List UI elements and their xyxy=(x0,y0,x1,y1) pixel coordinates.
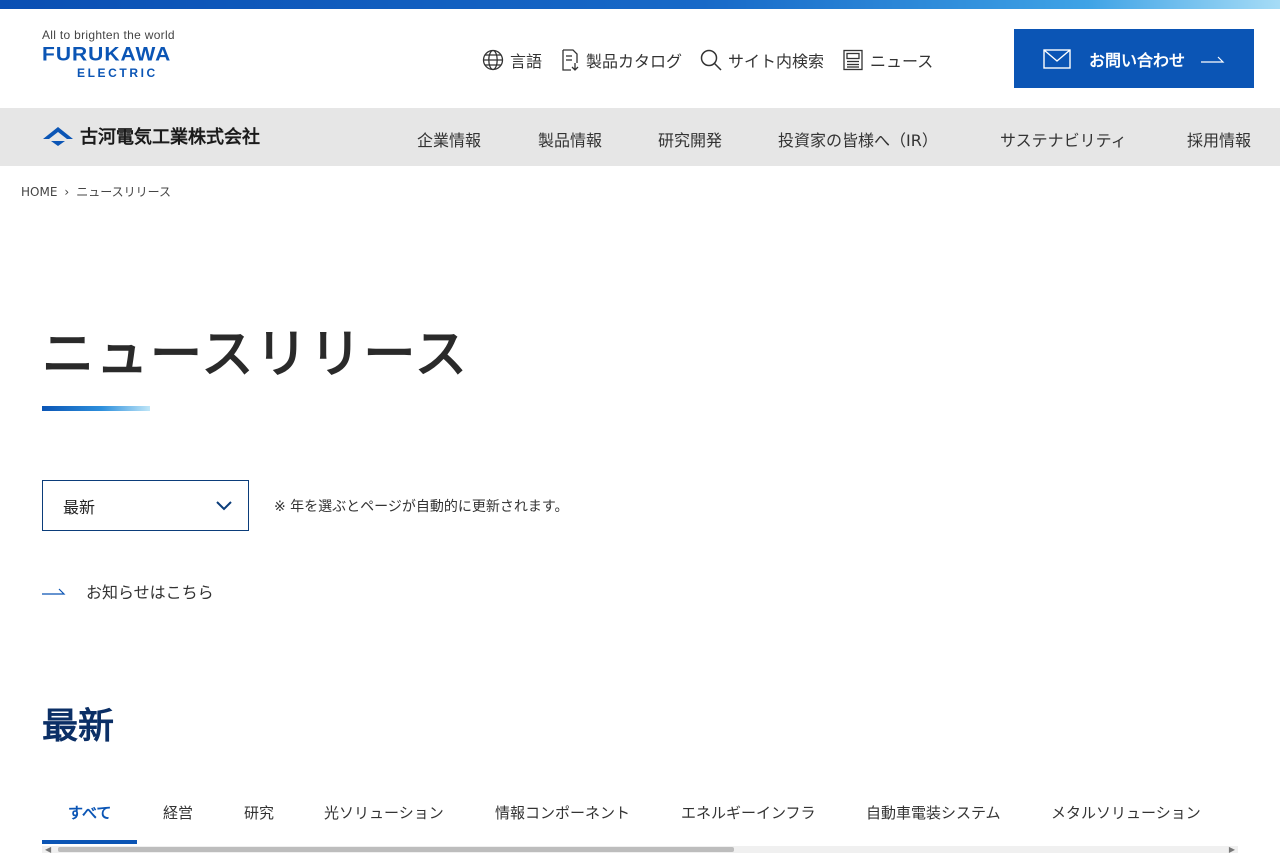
tab-optical-solutions[interactable]: 光ソリューション xyxy=(324,802,444,823)
chevron-down-icon xyxy=(216,500,232,510)
site-search-label: サイト内検索 xyxy=(728,52,825,71)
tab-information-components[interactable]: 情報コンポーネント xyxy=(495,802,630,823)
news-icon xyxy=(843,49,863,71)
title-accent-bar xyxy=(42,406,150,411)
catalog-icon xyxy=(562,49,579,71)
company-name: 古河電気工業株式会社 xyxy=(80,127,260,148)
scrollbar-thumb[interactable] xyxy=(58,847,734,852)
utility-nav: 言語 製品カタログ サイト内検索 ニュース xyxy=(482,47,951,73)
tab-energy-infrastructure[interactable]: エネルギーインフラ xyxy=(681,802,816,823)
contact-label: お問い合わせ xyxy=(1088,50,1185,70)
news-label: ニュース xyxy=(870,52,934,71)
chevron-right-icon: › xyxy=(64,184,70,199)
catalog-link[interactable]: 製品カタログ xyxy=(560,48,682,72)
arrow-right-icon xyxy=(1201,56,1225,63)
select-note: ※ 年を選ぶとページが自動的に更新されます。 xyxy=(274,499,569,515)
site-header: All to brighten the world FURUKAWA ELECT… xyxy=(0,9,1280,108)
logo-tagline: All to brighten the world xyxy=(42,28,175,42)
news-link[interactable]: ニュース xyxy=(842,48,933,72)
nav-item-sustainability[interactable]: サステナビリティ xyxy=(1000,127,1127,151)
site-search-link[interactable]: サイト内検索 xyxy=(700,48,824,72)
year-select-value: 最新 xyxy=(63,497,96,517)
arrow-right-icon xyxy=(42,588,66,595)
breadcrumb-current: ニュースリリース xyxy=(76,185,172,199)
contact-button[interactable]: お問い合わせ xyxy=(1014,29,1254,88)
nav-item-ir[interactable]: 投資家の皆様へ（IR） xyxy=(778,127,938,151)
active-tab-indicator xyxy=(42,840,137,844)
globe-icon xyxy=(482,49,504,71)
search-icon xyxy=(700,49,722,71)
notice-link[interactable]: お知らせはこちら xyxy=(42,579,214,603)
tab-metal-solutions[interactable]: メタルソリューション xyxy=(1051,802,1201,823)
nav-item-company[interactable]: 企業情報 xyxy=(417,127,481,151)
furukawa-logo[interactable]: All to brighten the world FURUKAWA ELECT… xyxy=(42,28,212,80)
top-gradient-bar xyxy=(0,0,1280,9)
nav-item-careers[interactable]: 採用情報 xyxy=(1187,127,1251,151)
category-tabs: すべて 経営 研究 光ソリューション 情報コンポーネント エネルギーインフラ 自… xyxy=(42,800,1238,845)
catalog-label: 製品カタログ xyxy=(586,52,683,71)
language-label: 言語 xyxy=(510,52,543,71)
mail-icon xyxy=(1043,48,1071,69)
nav-item-research[interactable]: 研究開発 xyxy=(658,127,722,151)
breadcrumb: HOME › ニュースリリース xyxy=(21,183,171,200)
scroll-right-icon[interactable]: ▶ xyxy=(1229,845,1235,853)
tab-all[interactable]: すべて xyxy=(68,802,111,823)
logo-brand-sub: ELECTRIC xyxy=(77,66,158,80)
tabs-scrollbar[interactable]: ◀ ▶ xyxy=(42,845,1238,853)
tab-research[interactable]: 研究 xyxy=(244,802,274,823)
year-select[interactable]: 最新 xyxy=(42,480,249,531)
breadcrumb-home[interactable]: HOME xyxy=(21,185,57,199)
company-mark-icon xyxy=(43,127,73,146)
page-title: ニュースリリース xyxy=(42,325,469,385)
tab-management[interactable]: 経営 xyxy=(163,802,193,823)
section-title: 最新 xyxy=(42,706,115,747)
logo-brand: FURUKAWA xyxy=(42,43,172,66)
notice-link-label: お知らせはこちら xyxy=(86,583,214,602)
main-nav: 古河電気工業株式会社 企業情報 製品情報 研究開発 投資家の皆様へ（IR） サス… xyxy=(0,108,1280,166)
tab-automotive-systems[interactable]: 自動車電装システム xyxy=(866,802,1001,823)
company-logo[interactable]: 古河電気工業株式会社 xyxy=(42,123,260,149)
nav-item-products[interactable]: 製品情報 xyxy=(538,127,602,151)
scroll-left-icon[interactable]: ◀ xyxy=(45,845,51,853)
language-link[interactable]: 言語 xyxy=(482,48,542,72)
